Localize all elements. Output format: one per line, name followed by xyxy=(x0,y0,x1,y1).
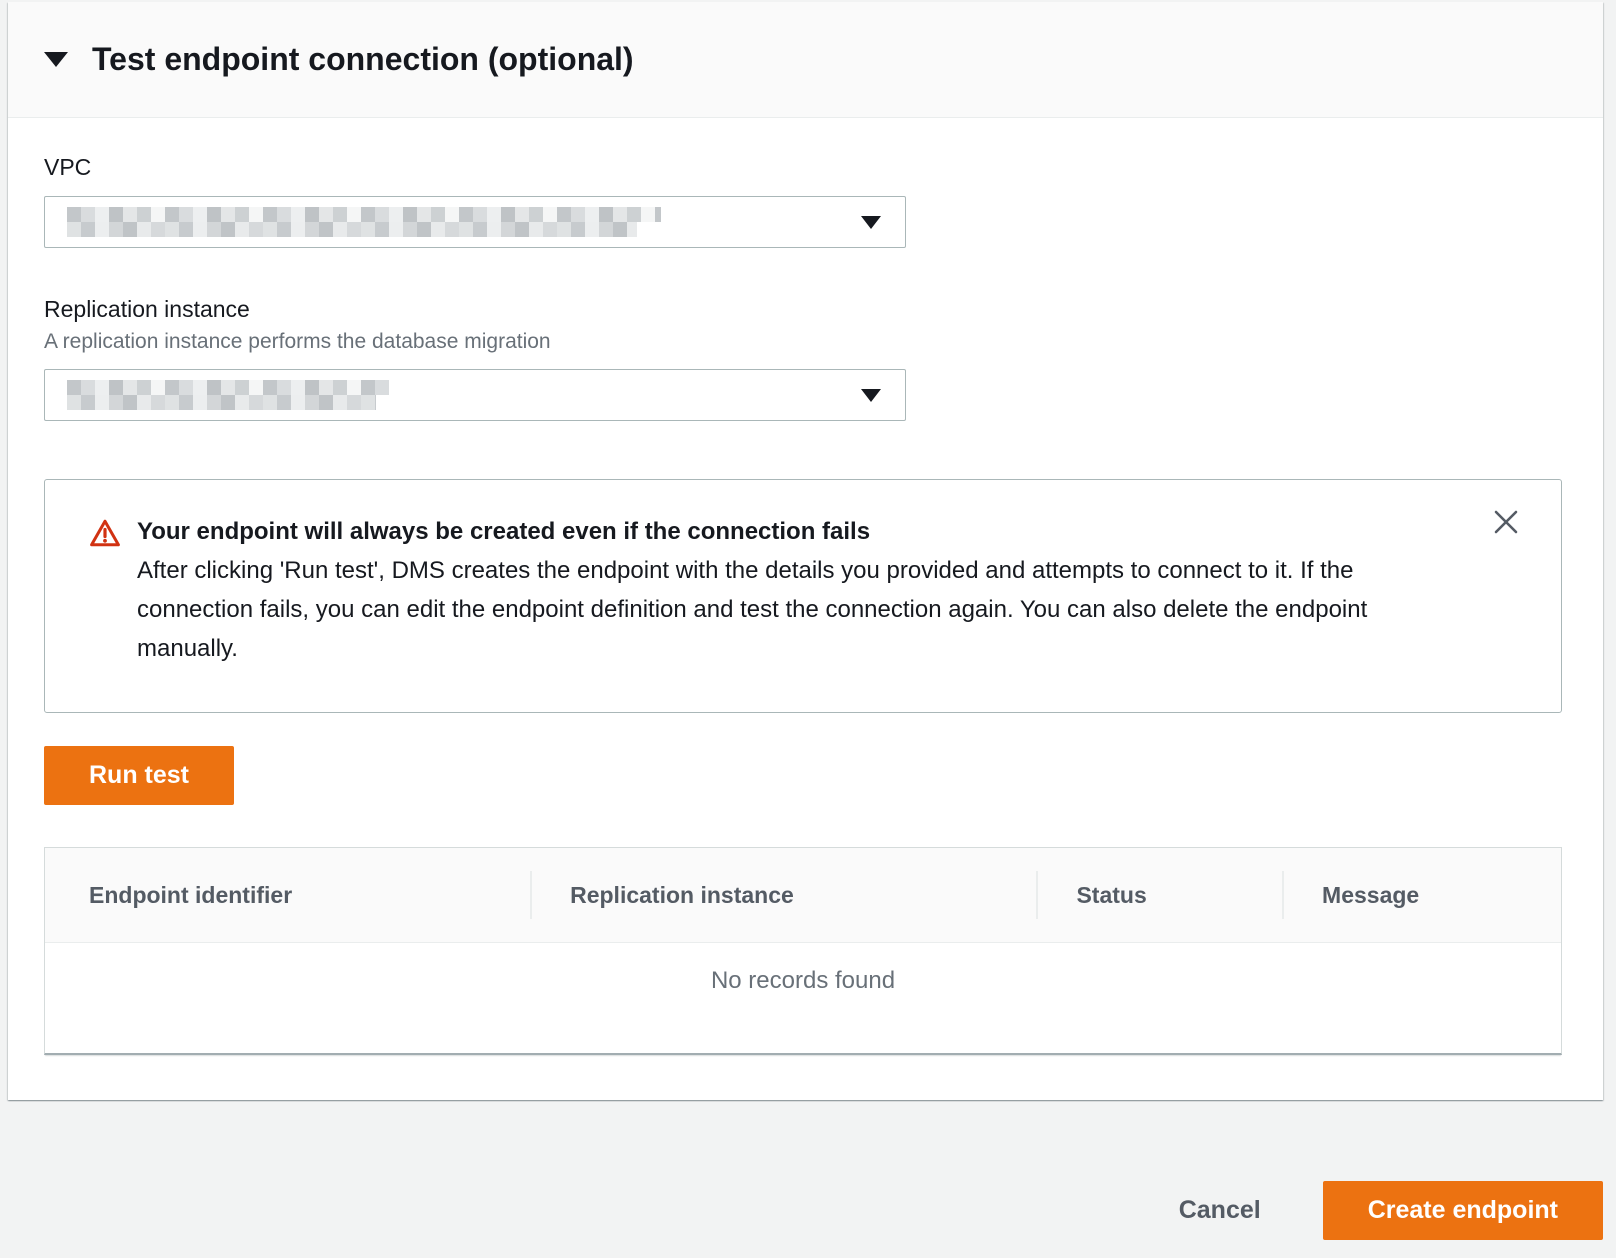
form-actions-footer: Cancel Create endpoint xyxy=(8,1181,1603,1240)
page: Test endpoint connection (optional) VPC … xyxy=(0,0,1616,1258)
vpc-redacted-value xyxy=(67,207,661,237)
test-endpoint-connection-panel: Test endpoint connection (optional) VPC … xyxy=(8,2,1603,1100)
vpc-select[interactable] xyxy=(44,196,906,248)
triangle-down-icon xyxy=(44,52,68,67)
column-header-replication-instance: Replication instance xyxy=(530,882,1036,909)
close-icon[interactable] xyxy=(1489,506,1523,540)
section-content: VPC Replication instance A replication i… xyxy=(8,118,1603,1055)
replication-instance-help: A replication instance performs the data… xyxy=(44,330,1562,354)
chevron-down-icon xyxy=(861,389,881,402)
vpc-label: VPC xyxy=(44,154,1562,181)
cancel-button[interactable]: Cancel xyxy=(1179,1196,1261,1225)
warning-triangle-icon xyxy=(89,512,121,712)
column-header-status: Status xyxy=(1036,882,1282,909)
empty-state-message: No records found xyxy=(45,943,1561,995)
create-endpoint-button[interactable]: Create endpoint xyxy=(1323,1181,1603,1240)
chevron-down-icon xyxy=(861,216,881,229)
connection-results-table: Endpoint identifier Replication instance… xyxy=(44,847,1562,1055)
section-title: Test endpoint connection (optional) xyxy=(92,41,634,78)
table-body: No records found xyxy=(45,943,1561,1053)
vpc-field: VPC xyxy=(44,154,1562,248)
column-header-endpoint-identifier: Endpoint identifier xyxy=(45,882,530,909)
run-test-button[interactable]: Run test xyxy=(44,746,234,805)
section-toggle[interactable]: Test endpoint connection (optional) xyxy=(8,2,1603,118)
replication-instance-label: Replication instance xyxy=(44,296,1562,323)
replication-instance-redacted-value xyxy=(67,380,389,410)
warning-text: Your endpoint will always be created eve… xyxy=(137,512,1437,712)
warning-body: After clicking 'Run test', DMS creates t… xyxy=(137,551,1437,668)
replication-instance-select[interactable] xyxy=(44,369,906,421)
warning-alert: Your endpoint will always be created eve… xyxy=(44,479,1562,713)
column-header-message: Message xyxy=(1282,882,1561,909)
warning-title: Your endpoint will always be created eve… xyxy=(137,512,1437,551)
replication-instance-field: Replication instance A replication insta… xyxy=(44,296,1562,421)
table-header-row: Endpoint identifier Replication instance… xyxy=(45,848,1561,943)
